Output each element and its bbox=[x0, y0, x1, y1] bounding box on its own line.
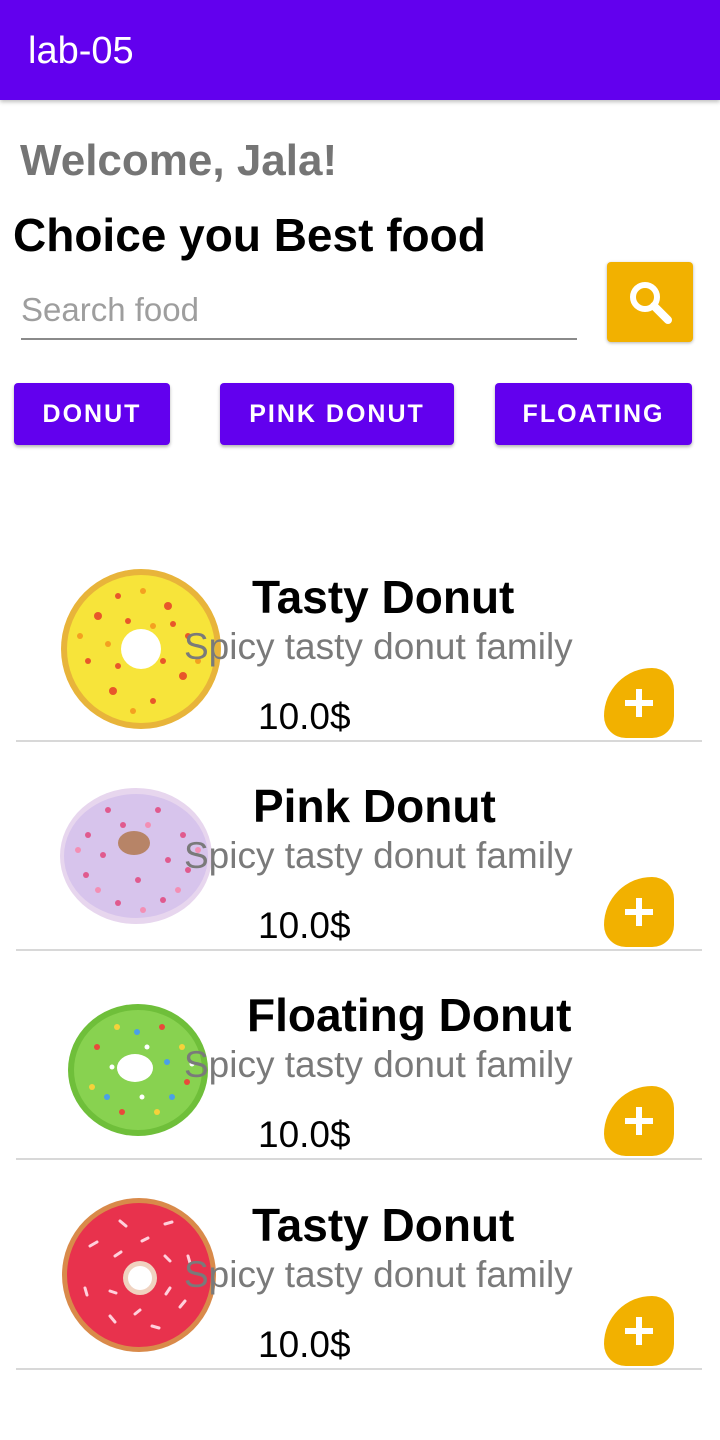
food-name: Pink Donut bbox=[253, 780, 496, 832]
food-item[interactable]: Floating Donut Spicy tasty donut family … bbox=[0, 950, 720, 1160]
add-to-cart-button[interactable] bbox=[604, 668, 674, 738]
chip-donut[interactable]: DONUT bbox=[14, 383, 170, 445]
food-price: 10.0$ bbox=[258, 1114, 351, 1155]
chip-floating[interactable]: FLOATING bbox=[495, 383, 692, 445]
search-button[interactable] bbox=[607, 262, 693, 342]
food-price: 10.0$ bbox=[258, 905, 351, 946]
food-item[interactable]: Tasty Donut Spicy tasty donut family 10.… bbox=[0, 532, 720, 742]
plus-icon bbox=[625, 1317, 653, 1345]
food-description: Spicy tasty donut family bbox=[184, 626, 573, 667]
food-name: Tasty Donut bbox=[252, 1199, 515, 1251]
plus-icon bbox=[625, 1107, 653, 1135]
add-to-cart-button[interactable] bbox=[604, 877, 674, 947]
chip-pink-donut[interactable]: PINK DONUT bbox=[220, 383, 454, 445]
plus-icon bbox=[625, 689, 653, 717]
plus-icon bbox=[625, 898, 653, 926]
food-name: Tasty Donut bbox=[252, 571, 515, 623]
food-item[interactable]: Pink Donut Spicy tasty donut family 10.0… bbox=[0, 741, 720, 951]
food-price: 10.0$ bbox=[258, 696, 351, 737]
search-icon bbox=[630, 282, 672, 324]
welcome-text: Welcome, Jala! bbox=[20, 136, 338, 185]
food-item[interactable]: Tasty Donut Spicy tasty donut family 10.… bbox=[0, 1160, 720, 1370]
food-price: 10.0$ bbox=[258, 1324, 351, 1365]
add-to-cart-button[interactable] bbox=[604, 1296, 674, 1366]
app-bar: lab-05 bbox=[0, 0, 720, 100]
page-subtitle: Choice you Best food bbox=[13, 209, 486, 261]
food-description: Spicy tasty donut family bbox=[184, 1254, 573, 1295]
food-name: Floating Donut bbox=[247, 989, 572, 1041]
search-input[interactable] bbox=[21, 282, 577, 340]
item-divider bbox=[16, 1368, 702, 1370]
add-to-cart-button[interactable] bbox=[604, 1086, 674, 1156]
food-description: Spicy tasty donut family bbox=[184, 1044, 573, 1085]
food-description: Spicy tasty donut family bbox=[184, 835, 573, 876]
app-title: lab-05 bbox=[28, 30, 134, 72]
